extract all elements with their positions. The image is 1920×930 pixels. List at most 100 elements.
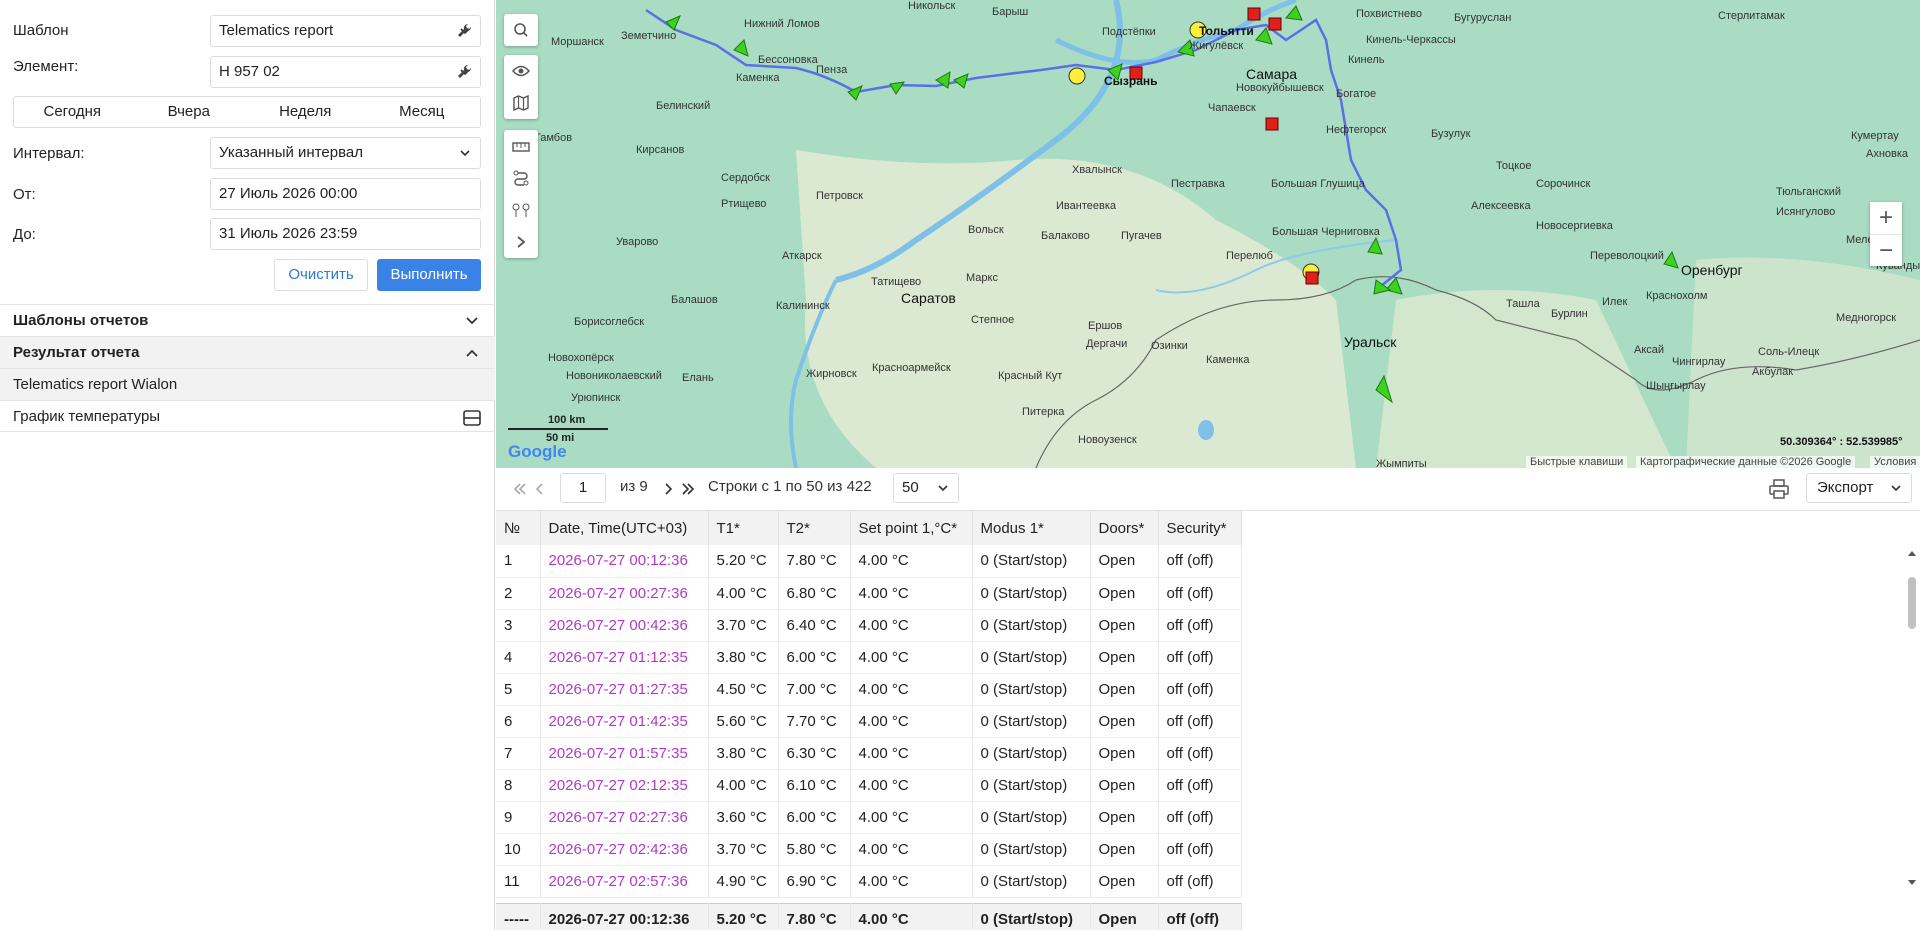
table-cell: Open (1090, 609, 1159, 642)
eye-icon[interactable] (504, 55, 538, 87)
map-city-label: Вольск (968, 224, 1004, 236)
table-cell: off (off) (1158, 902, 1242, 930)
map-city-label: Нефтегорск (1326, 124, 1387, 136)
table-row[interactable]: 5 2026-07-27 01:27:35 4.50 °C 7.00 °C 4.00 °… (496, 673, 1242, 706)
map-shortcuts-link[interactable]: Быстрые клавиши (1526, 456, 1628, 468)
table-row[interactable]: 2 2026-07-27 00:27:36 4.00 °C 6.80 °C 4.00 °… (496, 577, 1242, 610)
date-time-cell[interactable]: 2026-07-27 02:27:36 (540, 801, 709, 834)
date-time-cell[interactable]: 2026-07-27 01:42:35 (540, 705, 709, 738)
table-row[interactable]: 3 2026-07-27 00:42:36 3.70 °C 6.40 °C 4.00 °… (496, 609, 1242, 642)
date-time-cell[interactable]: 2026-07-27 01:12:35 (540, 641, 709, 674)
column-header[interactable]: Security* (1158, 511, 1242, 545)
wrench-icon[interactable] (455, 21, 475, 41)
markers-icon[interactable] (504, 194, 538, 226)
column-header[interactable]: T1* (708, 511, 779, 545)
table-header-row: № Date, Time(UTC+03) T1* T2* Set point 1… (496, 511, 1242, 545)
page-number-input[interactable]: 1 (560, 473, 606, 503)
date-time-cell[interactable]: 2026-07-27 02:12:35 (540, 769, 709, 802)
table-row[interactable]: 6 2026-07-27 01:42:35 5.60 °C 7.70 °C 4.00 °… (496, 705, 1242, 738)
export-button[interactable]: Экспорт (1806, 473, 1912, 503)
table-cell: 2 (496, 577, 541, 610)
table-row[interactable]: 8 2026-07-27 02:12:35 4.00 °C 6.10 °C 4.00 °… (496, 769, 1242, 802)
period-today-button[interactable]: Сегодня (14, 97, 131, 127)
scrollbar-thumb[interactable] (1908, 577, 1916, 629)
date-time-cell[interactable]: 2026-07-27 02:42:36 (540, 833, 709, 866)
interval-select[interactable]: Указанный интервал (210, 137, 481, 169)
table-row[interactable]: 11 2026-07-27 02:57:36 4.90 °C 6.90 °C 4.00 … (496, 865, 1242, 898)
table-cell: 3.80 °C (708, 641, 779, 674)
map-layers-icon[interactable] (504, 87, 538, 119)
scroll-up-icon[interactable] (1907, 549, 1917, 559)
period-week-button[interactable]: Неделя (247, 97, 364, 127)
map-search-tool[interactable] (504, 14, 538, 46)
search-icon[interactable] (504, 14, 538, 46)
report-item[interactable]: Telematics report Wialon (0, 368, 495, 400)
map-city-label: Саратов (901, 290, 956, 306)
table-row[interactable]: 7 2026-07-27 01:57:35 3.80 °C 6.30 °C 4.00 °… (496, 737, 1242, 770)
scale-km-label: 100 km (548, 414, 586, 426)
last-page-icon[interactable] (680, 481, 696, 497)
table-row[interactable]: 4 2026-07-27 01:12:35 3.80 °C 6.00 °C 4.00 °… (496, 641, 1242, 674)
zoom-out-button[interactable]: − (1870, 234, 1902, 266)
column-header[interactable]: Modus 1* (972, 511, 1091, 545)
ruler-icon[interactable] (504, 130, 538, 162)
table-scrollbar[interactable] (1904, 545, 1920, 891)
date-time-cell[interactable]: 2026-07-27 01:27:35 (540, 673, 709, 706)
date-time-cell[interactable]: 2026-07-27 00:12:36 (540, 545, 709, 578)
scroll-down-icon[interactable] (1907, 877, 1917, 887)
route-icon[interactable] (504, 162, 538, 194)
period-month-button[interactable]: Месяц (364, 97, 481, 127)
map-city-label: Алексеевка (1471, 200, 1531, 212)
column-header[interactable]: Date, Time(UTC+03) (540, 511, 709, 545)
table-row[interactable]: 1 2026-07-27 00:12:36 5.20 °C 7.80 °C 4.00 °… (496, 545, 1242, 578)
wrench-icon[interactable] (455, 62, 475, 82)
column-header[interactable]: Doors* (1090, 511, 1159, 545)
table-row[interactable]: 9 2026-07-27 02:27:36 3.60 °C 6.00 °C 4.00 °… (496, 801, 1242, 834)
date-time-cell[interactable]: 2026-07-27 00:42:36 (540, 609, 709, 642)
zoom-in-button[interactable]: + (1870, 202, 1902, 234)
table-cell: 7.80 °C (778, 545, 851, 578)
result-section[interactable]: Результат отчета (0, 336, 495, 368)
column-header[interactable]: № (496, 511, 541, 545)
map-terms-link[interactable]: Условия (1870, 456, 1920, 468)
print-icon[interactable] (1768, 478, 1790, 500)
table-cell: 0 (Start/stop) (972, 902, 1091, 930)
clear-button[interactable]: Очистить (274, 259, 368, 291)
map-city-label: Красный Кут (998, 370, 1063, 382)
templates-section[interactable]: Шаблоны отчетов (0, 304, 495, 336)
rows-per-page-select[interactable]: 50 (893, 473, 959, 503)
column-header[interactable]: Set point 1,°C* (850, 511, 973, 545)
column-header[interactable]: T2* (778, 511, 851, 545)
chart-toggle-icon[interactable] (463, 410, 481, 426)
map[interactable]: Нижний Ломов Земетчино Моршанск Бессонов… (496, 0, 1920, 468)
run-button[interactable]: Выполнить (377, 259, 481, 291)
map-city-label: Большая Черниговка (1272, 226, 1380, 238)
table-total-row[interactable]: ----- 2026-07-27 00:12:36 5.20 °C 7.80 °C 4.… (496, 902, 1242, 930)
period-yesterday-button[interactable]: Вчера (131, 97, 248, 127)
table-cell: Open (1090, 865, 1159, 898)
table-cell: 4.00 °C (850, 833, 973, 866)
element-select[interactable]: Н 957 02 (210, 56, 481, 88)
date-time-cell[interactable]: 2026-07-27 02:57:36 (540, 865, 709, 898)
table-cell: Open (1090, 737, 1159, 770)
next-page-icon[interactable] (660, 481, 676, 497)
prev-page-icon[interactable] (532, 481, 548, 497)
temp-chart-item[interactable]: График температуры (0, 400, 495, 432)
table-row[interactable]: 10 2026-07-27 02:42:36 3.70 °C 5.80 °C 4.00 … (496, 833, 1242, 866)
table-cell: off (off) (1158, 865, 1242, 898)
first-page-icon[interactable] (512, 481, 528, 497)
map-data-attribution: Картографические данные ©2026 Google (1636, 456, 1856, 468)
template-select[interactable]: Telematics report (210, 15, 481, 47)
to-date-input[interactable]: 31 Июль 2026 23:59 (210, 218, 481, 250)
map-city-label: Чапаевск (1208, 102, 1256, 114)
date-time-cell[interactable]: 2026-07-27 01:57:35 (540, 737, 709, 770)
from-label: От: (13, 186, 36, 203)
map-city-label: Ахновка (1866, 148, 1909, 160)
map-city-label: Медногорск (1836, 312, 1897, 324)
map-measure-tools (504, 130, 538, 258)
map-city-label: Моршанск (551, 36, 604, 48)
date-time-cell[interactable]: 2026-07-27 00:27:36 (540, 577, 709, 610)
from-date-input[interactable]: 27 Июль 2026 00:00 (210, 178, 481, 210)
chevron-right-icon[interactable] (504, 226, 538, 258)
map-city-label: Новосергиевка (1536, 220, 1613, 232)
